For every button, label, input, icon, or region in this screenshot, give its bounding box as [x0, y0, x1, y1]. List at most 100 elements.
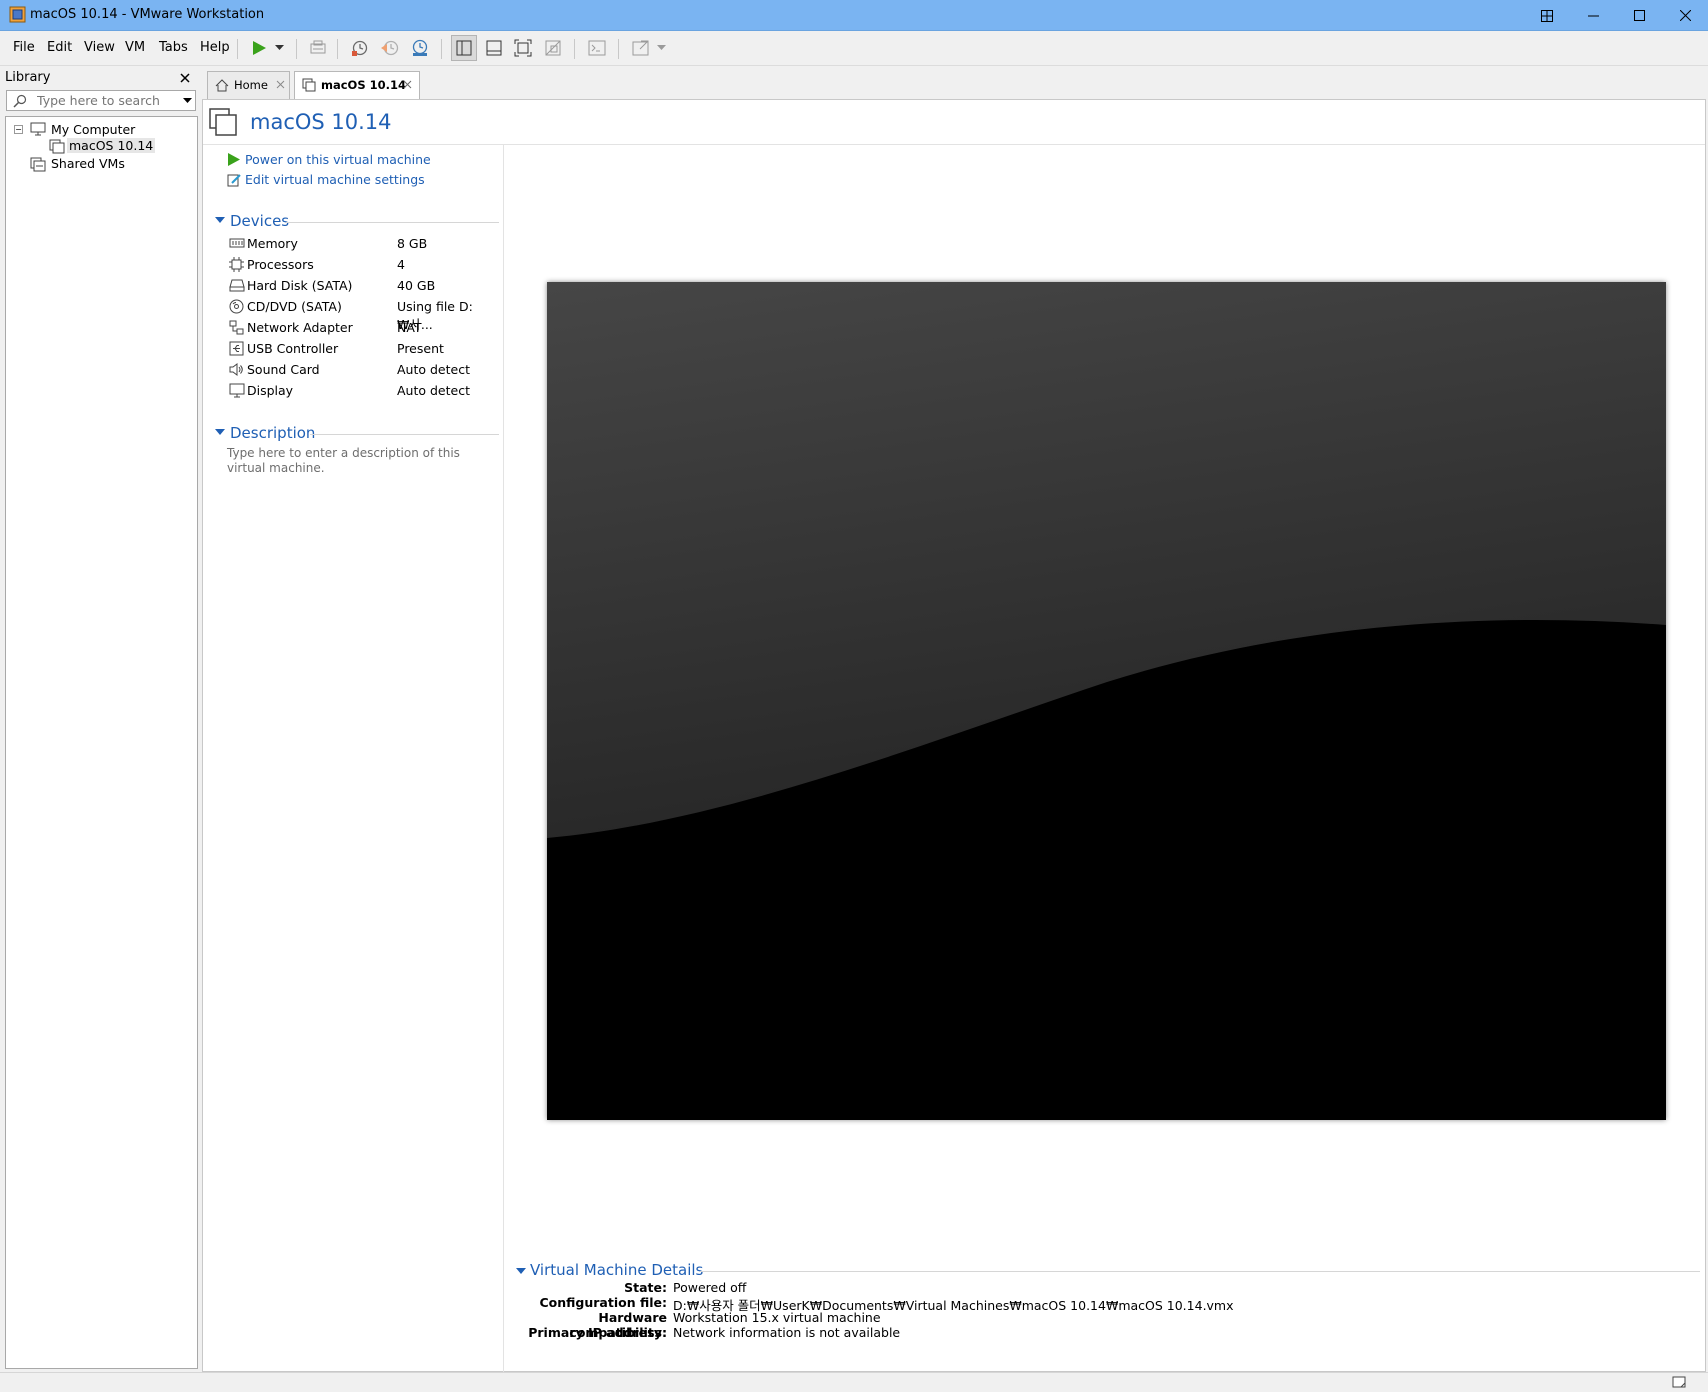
detail-key-config: Configuration file:	[539, 1295, 668, 1310]
device-value: 8 GB	[397, 236, 428, 251]
device-row-processors[interactable]: Processors 4	[227, 255, 497, 275]
unity-button[interactable]	[540, 35, 566, 61]
tree-item-vm[interactable]: macOS 10.14	[67, 138, 156, 153]
minimize-button[interactable]	[1570, 0, 1616, 31]
menu-help[interactable]: Help	[200, 40, 230, 55]
device-value: 40 GB	[397, 278, 436, 293]
message-log-icon[interactable]	[1672, 1376, 1687, 1389]
detail-key-state: State:	[624, 1280, 667, 1295]
revert-snapshot-button[interactable]	[377, 35, 403, 61]
vm-summary-page: macOS 10.14 Power on this virtual machin…	[202, 99, 1706, 1372]
show-thumbnail-bar-button[interactable]	[481, 35, 507, 61]
edit-settings-link[interactable]: Edit virtual machine settings	[245, 172, 425, 187]
tree-item-shared-vms[interactable]: Shared VMs	[51, 156, 125, 171]
header-divider	[203, 144, 1705, 145]
vm-title: macOS 10.14	[250, 110, 392, 134]
menu-view[interactable]: View	[84, 40, 115, 55]
maximize-button[interactable]	[1616, 0, 1662, 31]
console-view-button[interactable]	[584, 35, 610, 61]
take-snapshot-button[interactable]	[347, 35, 373, 61]
details-section-title[interactable]: Virtual Machine Details	[530, 1261, 703, 1279]
chevron-down-icon	[656, 45, 666, 50]
device-value: Auto detect	[397, 362, 470, 377]
close-window-button[interactable]	[1662, 0, 1708, 31]
device-value: 4	[397, 257, 405, 272]
revert-snapshot-icon	[381, 40, 399, 56]
stretch-icon	[632, 40, 649, 56]
power-on-link[interactable]: Power on this virtual machine	[245, 152, 431, 167]
detail-value-state: Powered off	[673, 1280, 747, 1295]
vm-thumbnail-art	[547, 282, 1666, 1120]
device-label: CD/DVD (SATA)	[247, 299, 342, 314]
collapse-triangle-icon[interactable]	[215, 217, 225, 224]
restore-layout-button[interactable]	[1524, 0, 1570, 31]
menu-file[interactable]: File	[13, 40, 35, 55]
collapse-triangle-icon[interactable]	[516, 1268, 526, 1275]
tab-vm[interactable]: macOS 10.14	[294, 71, 420, 99]
maximize-icon	[1633, 10, 1645, 21]
vm-large-icon	[209, 108, 237, 136]
device-value: Present	[397, 341, 444, 356]
show-library-button[interactable]	[451, 35, 477, 61]
cd-dvd-icon	[229, 299, 244, 314]
vm-screen-thumbnail[interactable]	[547, 282, 1666, 1120]
device-label: USB Controller	[247, 341, 339, 356]
keyboard-icon	[310, 40, 326, 54]
computer-icon	[30, 122, 46, 136]
pane-divider	[503, 145, 504, 1372]
device-row-display[interactable]: Display Auto detect	[227, 381, 497, 401]
library-search-input[interactable]	[37, 92, 177, 109]
device-row-cd-dvd[interactable]: CD/DVD (SATA) Using file D:₩사...	[227, 297, 497, 332]
detail-value-ip: Network information is not available	[673, 1325, 901, 1340]
chevron-down-icon[interactable]	[183, 98, 192, 104]
menu-edit[interactable]: Edit	[47, 40, 72, 55]
device-row-usb[interactable]: USB Controller Present	[227, 339, 497, 359]
device-label: Network Adapter	[247, 320, 353, 335]
tab-strip: Home macOS 10.14	[202, 66, 1708, 99]
close-icon	[1679, 10, 1691, 21]
description-placeholder[interactable]: Type here to enter a description of this…	[227, 446, 489, 476]
send-ctrl-alt-del-button[interactable]	[305, 35, 331, 61]
power-menu-dropdown[interactable]	[268, 35, 290, 61]
close-icon[interactable]	[276, 80, 285, 89]
window-title: macOS 10.14 - VMware Workstation	[30, 7, 265, 22]
library-search-box[interactable]	[6, 90, 196, 111]
title-bar: macOS 10.14 - VMware Workstation	[0, 0, 1708, 31]
close-icon[interactable]	[403, 80, 412, 89]
tree-collapse-toggle[interactable]: −	[14, 125, 23, 134]
display-icon	[229, 383, 245, 398]
vm-icon	[49, 139, 65, 154]
device-row-memory[interactable]: Memory 8 GB	[227, 234, 497, 254]
full-screen-button[interactable]	[510, 35, 536, 61]
device-label: Sound Card	[247, 362, 320, 377]
section-rule	[700, 1271, 1700, 1272]
device-row-hard-disk[interactable]: Hard Disk (SATA) 40 GB	[227, 276, 497, 296]
toolbar-separator	[618, 39, 619, 59]
device-value: NAT	[397, 320, 422, 335]
section-rule	[286, 222, 499, 223]
snapshot-manager-icon	[412, 39, 428, 56]
settings-edit-icon	[227, 174, 241, 187]
shared-vms-icon	[30, 157, 46, 172]
unity-icon	[545, 40, 561, 56]
toolbar-separator	[296, 39, 297, 59]
tab-home[interactable]: Home	[207, 71, 290, 99]
library-title: Library	[5, 70, 51, 85]
snapshot-manager-button[interactable]	[407, 35, 433, 61]
close-icon	[180, 73, 190, 83]
terminal-icon	[588, 40, 606, 56]
device-label: Processors	[247, 257, 314, 272]
menu-vm[interactable]: VM	[125, 40, 145, 55]
stretch-guest-button[interactable]	[628, 35, 654, 61]
vmware-app-icon	[9, 6, 26, 23]
device-label: Memory	[247, 236, 298, 251]
collapse-triangle-icon[interactable]	[215, 429, 225, 436]
description-section-title[interactable]: Description	[230, 424, 315, 442]
devices-section-title[interactable]: Devices	[230, 212, 289, 230]
menu-tabs[interactable]: Tabs	[159, 40, 188, 55]
stretch-menu-dropdown[interactable]	[652, 35, 670, 61]
device-row-sound[interactable]: Sound Card Auto detect	[227, 360, 497, 380]
device-row-network[interactable]: Network Adapter NAT	[227, 318, 497, 338]
library-close-button[interactable]	[180, 68, 190, 87]
tree-item-my-computer[interactable]: My Computer	[51, 122, 135, 137]
